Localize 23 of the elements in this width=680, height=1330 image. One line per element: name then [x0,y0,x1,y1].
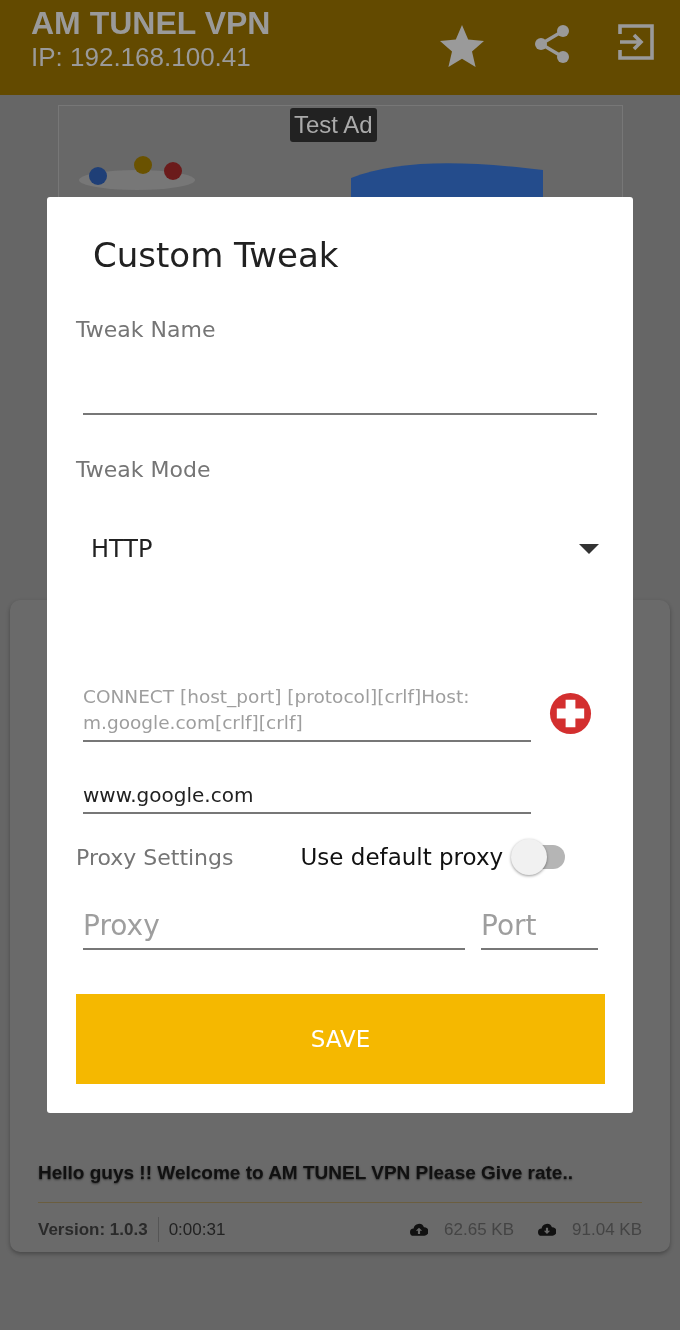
exit-icon[interactable] [618,24,654,60]
caret-icon [579,544,599,555]
port-field[interactable]: Port [481,902,598,951]
proxy-settings-label: Proxy Settings [76,843,234,872]
ip-address: IP: 192.168.100.41 [31,41,252,75]
ad-banner[interactable]: Test Ad [58,105,623,197]
share-icon[interactable] [534,24,570,64]
ad-label: Test Ad [290,108,377,142]
duration-label: 0:00:31 [157,1216,226,1242]
version-label: Version: 1.0.3 [38,1218,148,1241]
cloud-download-icon [538,1222,557,1237]
tweak-mode-dropdown[interactable]: HTTP [91,529,599,570]
payload-field[interactable]: CONNECT [host_port] [protocol][crlf]Host: m.google.com[crlf][crlf] [83,684,531,743]
welcome-message: Hello guys !! Welcome to AM TUNEL VPN Please Give rate.. [38,1161,574,1185]
app-title: AM TUNEL VPN [31,6,271,42]
proxy-field[interactable]: Proxy [83,902,465,951]
dialog-title: Custom Tweak [93,237,340,275]
host-field[interactable]: www.google.com [83,778,531,815]
field-label: Tweak Mode [76,456,212,485]
cloud-upload-icon [410,1222,429,1237]
add-icon[interactable] [549,691,592,735]
field-label: Tweak Name [76,316,217,345]
toggle-label: Use default proxy [300,843,504,873]
